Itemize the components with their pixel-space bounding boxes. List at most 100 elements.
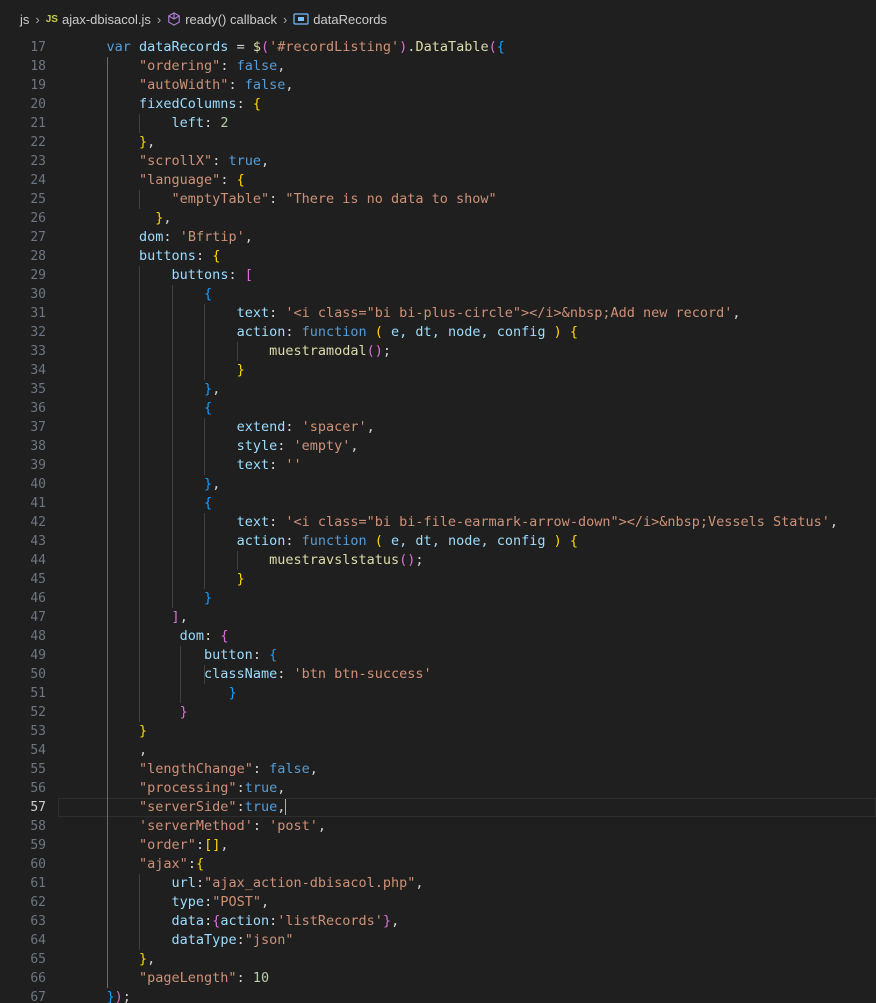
- breadcrumb-folder[interactable]: js: [20, 12, 29, 27]
- code-line[interactable]: action: function ( e, dt, node, config )…: [58, 532, 876, 551]
- code-line[interactable]: "ajax":{: [58, 855, 876, 874]
- code-editor[interactable]: 17 18 19 20 21 22 23 24 25 26 27 28 29 30 31 32 33 34 35 36…: [0, 38, 876, 1003]
- code-token: ,: [147, 951, 156, 967]
- code-line[interactable]: left: 2: [58, 114, 876, 133]
- code-line[interactable]: },: [58, 475, 876, 494]
- variable-icon: [293, 13, 309, 25]
- code-line[interactable]: text: '<i class="bi bi-file-earmark-arro…: [58, 513, 876, 532]
- code-line[interactable]: }: [58, 589, 876, 608]
- code-line[interactable]: extend: 'spacer',: [58, 418, 876, 437]
- code-line[interactable]: 'serverMethod': 'post',: [58, 817, 876, 836]
- code-line[interactable]: muestramodal();: [58, 342, 876, 361]
- code-area[interactable]: var dataRecords = $('#recordListing').Da…: [58, 38, 876, 1003]
- line-number: 64: [30, 933, 46, 948]
- code-token: :: [269, 514, 286, 530]
- code-line[interactable]: text: '': [58, 456, 876, 475]
- code-token: {: [236, 172, 245, 188]
- code-line[interactable]: dataType:"json": [58, 931, 876, 950]
- indent-guide: [236, 551, 238, 570]
- code-line[interactable]: }: [58, 703, 876, 722]
- code-token: :: [220, 58, 237, 74]
- code-line[interactable]: dom: 'Bfrtip',: [58, 228, 876, 247]
- code-line[interactable]: button: {: [58, 646, 876, 665]
- code-line[interactable]: ],: [58, 608, 876, 627]
- code-line[interactable]: dom: {: [58, 627, 876, 646]
- code-line[interactable]: });: [58, 988, 876, 1003]
- code-line[interactable]: }: [58, 570, 876, 589]
- code-token: (: [488, 39, 497, 55]
- code-line[interactable]: buttons: [: [58, 266, 876, 285]
- code-line[interactable]: muestravslstatus();: [58, 551, 876, 570]
- indent-guide: [236, 342, 238, 361]
- code-line[interactable]: "pageLength": 10: [58, 969, 876, 988]
- code-line[interactable]: data:{action:'listRecords'},: [58, 912, 876, 931]
- line-number-gutter[interactable]: 17 18 19 20 21 22 23 24 25 26 27 28 29 30 31 32 33 34 35 36…: [0, 38, 58, 1003]
- code-line[interactable]: },: [58, 950, 876, 969]
- code-token: ,: [179, 609, 188, 625]
- code-token: "There is no data to show": [285, 191, 497, 207]
- code-line[interactable]: {: [58, 399, 876, 418]
- code-line[interactable]: "emptyTable": "There is no data to show": [58, 190, 876, 209]
- code-line[interactable]: },: [58, 133, 876, 152]
- line-number: 43: [30, 534, 46, 549]
- code-line[interactable]: }: [58, 722, 876, 741]
- code-line[interactable]: text: '<i class="bi bi-plus-circle"></i>…: [58, 304, 876, 323]
- line-number: 50: [30, 667, 46, 682]
- breadcrumb-symbol[interactable]: dataRecords: [293, 12, 387, 27]
- code-line[interactable]: type:"POST",: [58, 893, 876, 912]
- code-line[interactable]: "lengthChange": false,: [58, 760, 876, 779]
- indent-guide: [139, 190, 141, 209]
- line-number: 31: [30, 306, 46, 321]
- code-line[interactable]: "order":[],: [58, 836, 876, 855]
- code-line[interactable]: "ordering": false,: [58, 57, 876, 76]
- code-line[interactable]: },: [58, 380, 876, 399]
- code-line[interactable]: fixedColumns: {: [58, 95, 876, 114]
- breadcrumb-file[interactable]: JS ajax-dbisacol.js: [46, 12, 151, 27]
- chevron-right-icon: ›: [156, 11, 162, 27]
- code-token: action: [236, 324, 286, 340]
- line-number: 23: [30, 154, 46, 169]
- code-line[interactable]: "processing":true,: [58, 779, 876, 798]
- line-number: 25: [30, 192, 46, 207]
- code-line[interactable]: var dataRecords = $('#recordListing').Da…: [58, 38, 876, 57]
- code-line[interactable]: className: 'btn btn-success': [58, 665, 876, 684]
- code-token: type: [171, 894, 205, 910]
- code-line[interactable]: "autoWidth": false,: [58, 76, 876, 95]
- line-number: 56: [30, 781, 46, 796]
- code-token: :: [252, 647, 270, 663]
- line-number: 34: [30, 363, 46, 378]
- code-line[interactable]: url:"ajax_action-dbisacol.php",: [58, 874, 876, 893]
- code-line[interactable]: action: function ( e, dt, node, config )…: [58, 323, 876, 342]
- code-token: }: [228, 685, 237, 701]
- code-line[interactable]: },: [58, 209, 876, 228]
- code-token: ;: [122, 989, 131, 1003]
- code-line[interactable]: {: [58, 285, 876, 304]
- breadcrumb-callback[interactable]: ready() callback: [167, 12, 277, 27]
- code-token: (: [366, 343, 375, 359]
- code-line[interactable]: "scrollX": true,: [58, 152, 876, 171]
- code-line[interactable]: "language": {: [58, 171, 876, 190]
- code-line[interactable]: ,: [58, 741, 876, 760]
- code-token: DataTable: [415, 39, 489, 55]
- code-token: false: [244, 77, 286, 93]
- code-line[interactable]: {: [58, 494, 876, 513]
- code-token: {: [569, 533, 579, 549]
- breadcrumb-folder-label: js: [20, 11, 30, 27]
- code-line[interactable]: }: [58, 684, 876, 703]
- code-token: :: [195, 875, 205, 891]
- code-token: ): [553, 533, 562, 549]
- code-token: :: [228, 267, 245, 283]
- code-line[interactable]: style: 'empty',: [58, 437, 876, 456]
- code-token: "lengthChange": [139, 761, 253, 777]
- code-token: text: [236, 457, 270, 473]
- code-line[interactable]: }: [58, 361, 876, 380]
- code-token: 'empty': [293, 438, 351, 454]
- code-line[interactable]: buttons: {: [58, 247, 876, 266]
- code-line[interactable]: "serverSide":true,: [58, 798, 876, 817]
- code-token: "processing": [139, 780, 237, 796]
- code-token: "serverSide": [139, 799, 237, 815]
